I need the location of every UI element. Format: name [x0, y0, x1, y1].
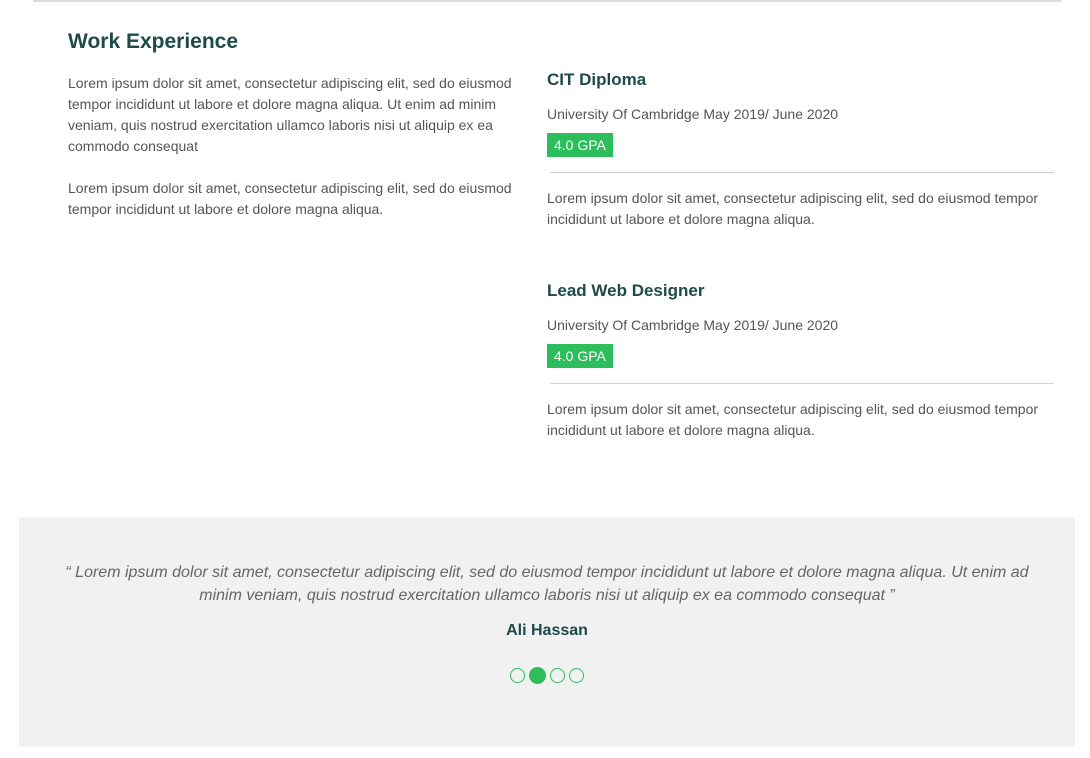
slider-dot[interactable] [510, 668, 525, 683]
slider-dot[interactable] [550, 668, 565, 683]
top-divider [33, 0, 1061, 2]
entry-meta: University Of Cambridge May 2019/ June 2… [547, 106, 839, 122]
entry-title: CIT Diploma [547, 70, 647, 89]
intro-paragraph: Lorem ipsum dolor sit amet, consectetur … [68, 75, 512, 154]
intro-paragraph: Lorem ipsum dolor sit amet, consectetur … [68, 180, 512, 217]
testimonial-author: Ali Hassan [506, 622, 588, 639]
entry-divider [550, 383, 1054, 384]
entry-title: Lead Web Designer [547, 281, 705, 300]
entry-meta: University Of Cambridge May 2019/ June 2… [547, 317, 839, 333]
slider-dot[interactable] [569, 668, 584, 683]
entry-description: Lorem ipsum dolor sit amet, consectetur … [547, 190, 1039, 227]
slider-pagination [19, 667, 1075, 684]
gpa-badge: 4.0 GPA [547, 344, 613, 368]
gpa-badge: 4.0 GPA [547, 133, 613, 157]
testimonial-quote: “ Lorem ipsum dolor sit amet, consectetu… [65, 564, 1029, 604]
experience-entry: CIT Diploma University Of Cambridge May … [547, 68, 1057, 230]
experience-entry: Lead Web Designer University Of Cambridg… [547, 279, 1057, 441]
slider-dot-active[interactable] [529, 667, 546, 684]
entry-divider [550, 172, 1054, 173]
section-title: Work Experience [68, 30, 239, 53]
experience-list: CIT Diploma University Of Cambridge May … [547, 68, 1057, 441]
entry-description: Lorem ipsum dolor sit amet, consectetur … [547, 401, 1039, 438]
testimonial-section: “ Lorem ipsum dolor sit amet, consectetu… [19, 517, 1075, 747]
intro-text: Lorem ipsum dolor sit amet, consectetur … [68, 73, 520, 241]
